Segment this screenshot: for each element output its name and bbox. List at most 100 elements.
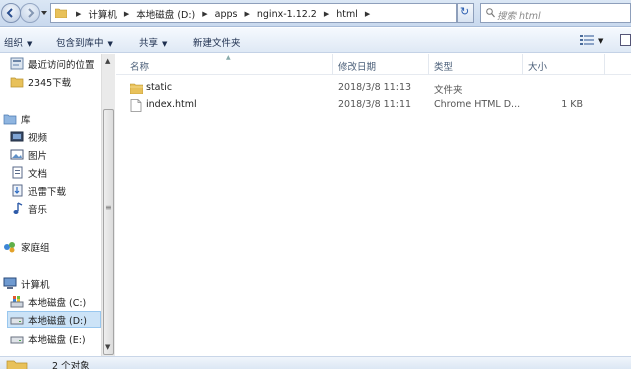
- nav-label: 本地磁盘 (E:): [28, 334, 86, 346]
- file-row[interactable]: static 2018/3/8 11:13 文件夹: [116, 80, 631, 96]
- file-date: 2018/3/8 11:13: [338, 82, 412, 93]
- share-label: 共享: [139, 38, 159, 49]
- nav-item-2345-download[interactable]: 2345下载: [10, 73, 71, 90]
- homegroup-icon: [3, 240, 17, 253]
- column-divider[interactable]: [522, 54, 523, 75]
- search-icon: [486, 8, 495, 18]
- computer-icon: [3, 277, 17, 290]
- search-input[interactable]: 搜索 html: [480, 3, 631, 23]
- folder-icon: [10, 75, 24, 88]
- music-note-icon: [10, 202, 24, 215]
- preview-pane-icon[interactable]: [620, 34, 631, 46]
- document-library-icon: [10, 166, 24, 179]
- address-bar-area: ▶ 计算机 ▶ 本地磁盘 (D:) ▶ apps ▶ nginx-1.12.2 …: [0, 0, 631, 27]
- column-header-date[interactable]: 修改日期: [338, 59, 376, 73]
- back-button[interactable]: [1, 3, 21, 23]
- address-bar[interactable]: ▶ 计算机 ▶ 本地磁盘 (D:) ▶ apps ▶ nginx-1.12.2 …: [50, 3, 503, 23]
- folder-icon: [55, 8, 67, 18]
- nav-item-drive-d[interactable]: 本地磁盘 (D:): [7, 311, 101, 328]
- nav-item-computer[interactable]: 计算机: [3, 275, 50, 292]
- breadcrumb-separator-icon[interactable]: ▶: [202, 10, 207, 18]
- system-drive-icon: [10, 295, 24, 308]
- nav-label: 图片: [28, 150, 48, 162]
- chevron-down-icon: ▼: [107, 40, 113, 48]
- refresh-button[interactable]: ↻: [457, 3, 474, 23]
- hard-drive-icon: [10, 313, 24, 326]
- nav-item-libraries[interactable]: 库: [3, 110, 31, 127]
- file-type: 文件夹: [434, 85, 463, 96]
- breadcrumb-separator-icon[interactable]: ▶: [124, 10, 129, 18]
- search-placeholder: 搜索 html: [497, 11, 541, 22]
- organize-menu-button[interactable]: 组织 ▼: [4, 35, 32, 49]
- nav-label: 文档: [28, 168, 48, 180]
- scrollbar-thumb[interactable]: [103, 109, 114, 355]
- refresh-icon: ↻: [460, 5, 470, 18]
- nav-item-pictures[interactable]: 图片: [10, 146, 47, 163]
- file-date: 2018/3/8 11:11: [338, 99, 412, 110]
- share-button[interactable]: 共享 ▼: [139, 35, 167, 49]
- breadcrumb-separator-icon[interactable]: ▶: [76, 10, 81, 18]
- nav-item-documents[interactable]: 文档: [10, 164, 47, 181]
- breadcrumb-apps[interactable]: apps: [215, 9, 238, 20]
- library-icon: [3, 112, 17, 125]
- video-library-icon: [10, 130, 24, 143]
- breadcrumb-html[interactable]: html: [336, 9, 358, 20]
- breadcrumb: ▶ 计算机 ▶ 本地磁盘 (D:) ▶ apps ▶ nginx-1.12.2 …: [69, 7, 377, 22]
- view-options-chevron-icon[interactable]: ▼: [598, 37, 603, 45]
- back-arrow-icon: [6, 8, 13, 18]
- new-folder-label: 新建文件夹: [193, 38, 241, 49]
- change-view-icon[interactable]: [580, 35, 594, 45]
- breadcrumb-nginx[interactable]: nginx-1.12.2: [257, 9, 317, 20]
- column-divider[interactable]: [332, 54, 333, 75]
- column-header-name[interactable]: 名称: [130, 59, 149, 73]
- nav-item-videos[interactable]: 视频: [10, 128, 47, 145]
- navigation-pane: 最近访问的位置 2345下载 库 视频 图片 文档 迅雷下载 音乐 家庭组 计算…: [0, 54, 101, 356]
- file-type: Chrome HTML D...: [434, 99, 521, 110]
- nav-label: 最近访问的位置: [28, 59, 95, 71]
- column-header-row: ▲ 名称 修改日期 类型 大小: [116, 54, 631, 75]
- organize-label: 组织: [4, 38, 24, 49]
- navigation-pane-scrollbar[interactable]: ▲ ≡ ▼: [101, 54, 115, 356]
- breadcrumb-separator-icon[interactable]: ▶: [244, 10, 249, 18]
- column-divider[interactable]: [428, 54, 429, 75]
- breadcrumb-computer[interactable]: 计算机: [88, 7, 117, 21]
- folder-icon: [6, 360, 28, 369]
- include-in-library-label: 包含到库中: [56, 38, 104, 49]
- chevron-down-icon: ▼: [27, 40, 33, 48]
- folder-icon: [130, 83, 143, 94]
- scrollbar-grip-icon: ≡: [105, 203, 112, 212]
- download-folder-icon: [10, 184, 24, 197]
- breadcrumb-separator-icon[interactable]: ▶: [324, 10, 329, 18]
- column-divider[interactable]: [604, 54, 605, 75]
- breadcrumb-drive-d[interactable]: 本地磁盘 (D:): [136, 7, 195, 21]
- nav-item-homegroup[interactable]: 家庭组: [3, 238, 50, 255]
- nav-label: 本地磁盘 (D:): [28, 315, 87, 327]
- command-bar: 组织 ▼ 包含到库中 ▼ 共享 ▼ 新建文件夹 ▼: [0, 28, 631, 53]
- scroll-up-icon[interactable]: ▲: [105, 57, 110, 65]
- recent-pages-dropdown-icon[interactable]: [40, 8, 48, 18]
- nav-label: 计算机: [21, 279, 50, 291]
- nav-item-music[interactable]: 音乐: [10, 200, 47, 217]
- file-size: 1 KB: [561, 99, 583, 110]
- nav-label: 本地磁盘 (C:): [28, 297, 87, 309]
- column-header-type[interactable]: 类型: [434, 59, 453, 73]
- nav-label: 视频: [28, 132, 48, 144]
- nav-label: 2345下载: [28, 77, 72, 89]
- nav-item-drive-c[interactable]: 本地磁盘 (C:): [10, 293, 86, 310]
- forward-arrow-icon: [28, 8, 35, 18]
- breadcrumb-separator-icon[interactable]: ▶: [365, 10, 370, 18]
- include-in-library-button[interactable]: 包含到库中 ▼: [56, 35, 113, 49]
- nav-item-recent[interactable]: 最近访问的位置: [10, 55, 95, 72]
- nav-item-drive-e[interactable]: 本地磁盘 (E:): [10, 330, 86, 347]
- status-bar: 2 个对象: [0, 356, 631, 369]
- nav-item-thunder-download[interactable]: 迅雷下载: [10, 182, 66, 199]
- html-file-icon: [130, 99, 142, 112]
- file-row[interactable]: index.html 2018/3/8 11:11 Chrome HTML D.…: [116, 97, 631, 113]
- column-header-size[interactable]: 大小: [528, 59, 547, 73]
- hard-drive-icon: [10, 332, 24, 345]
- item-count: 2 个对象: [52, 361, 90, 369]
- new-folder-button[interactable]: 新建文件夹: [193, 35, 241, 49]
- recent-places-icon: [10, 57, 24, 70]
- scroll-down-icon[interactable]: ▼: [105, 343, 110, 351]
- forward-button[interactable]: [20, 3, 40, 23]
